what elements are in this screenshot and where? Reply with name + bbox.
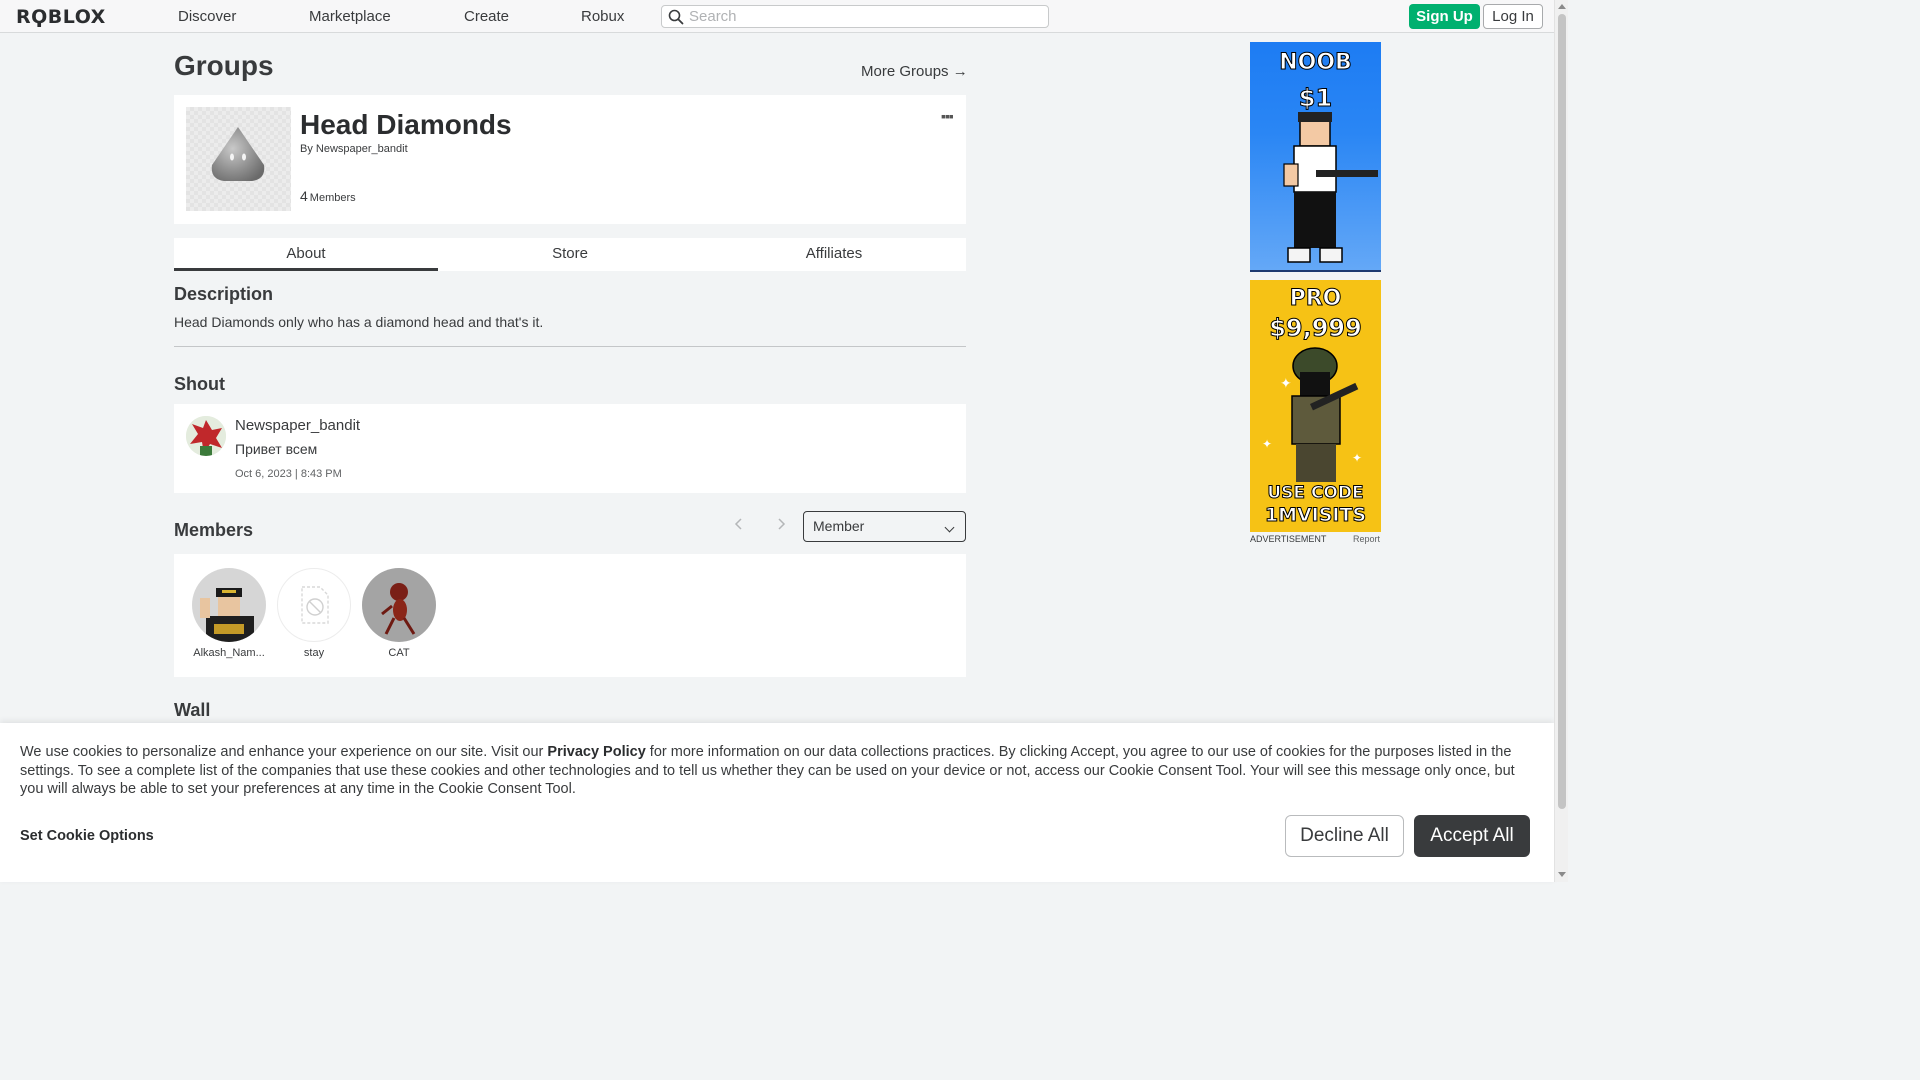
avatar-image — [362, 568, 436, 642]
top-navigation-bar: RϘBLOX Discover Marketplace Create Robux… — [0, 0, 1554, 33]
advertisement-label: ADVERTISEMENT — [1250, 534, 1327, 544]
member-count-value: 4 — [300, 188, 308, 204]
more-groups-link[interactable]: More Groups → — [861, 63, 968, 80]
more-options-icon[interactable]: ▪▪▪ — [941, 108, 954, 124]
shout-author-avatar[interactable] — [186, 416, 226, 456]
wall-heading: Wall — [174, 700, 211, 720]
group-tabs: About Store Affiliates — [174, 238, 966, 271]
members-heading: Members — [174, 520, 254, 540]
group-emblem — [186, 107, 291, 211]
group-name: Head Diamonds — [300, 109, 512, 140]
search-box — [661, 5, 1049, 28]
shout-heading: Shout — [174, 374, 225, 394]
set-cookie-options-link[interactable]: Set Cookie Options — [20, 828, 154, 844]
by-label: By — [300, 143, 313, 155]
advertisement-pro[interactable]: PRO $9,999 ✦ ✦ ✦ USE CODE 1MVISITS — [1250, 280, 1381, 532]
report-ad-link[interactable]: Report — [1353, 534, 1380, 544]
page-title: Groups — [174, 50, 274, 81]
nav-link-robux[interactable]: Robux — [581, 8, 624, 25]
member-item[interactable]: CAT — [359, 568, 439, 659]
image-unavailable-icon — [301, 586, 329, 624]
group-owner-link[interactable]: Newspaper_bandit — [316, 143, 408, 155]
svg-text:✦: ✦ — [1280, 375, 1292, 391]
shout-date: Oct 6, 2023 | 8:43 PM — [235, 468, 342, 480]
member-name[interactable]: CAT — [359, 647, 439, 659]
members-list: Alkash_Nam... stay CAT — [174, 554, 966, 677]
chevron-down-icon — [944, 522, 955, 533]
shout-author-name[interactable]: Newspaper_bandit — [235, 417, 360, 434]
group-owner-line: By Newspaper_bandit — [300, 143, 408, 155]
privacy-policy-link[interactable]: Privacy Policy — [547, 744, 645, 760]
diamond-head-image — [211, 127, 265, 181]
ad-text-line: PRO — [1289, 286, 1342, 311]
member-count: 4 Members — [300, 188, 356, 204]
svg-text:✦: ✦ — [1262, 437, 1272, 451]
search-input[interactable] — [689, 7, 1039, 26]
avatar-image — [192, 568, 266, 642]
advertisement-noob[interactable]: NOOB $1 — [1250, 42, 1381, 272]
ad-character-image — [1283, 112, 1378, 263]
nav-link-create[interactable]: Create — [464, 8, 509, 25]
scroll-down-arrow-icon[interactable] — [1558, 872, 1566, 877]
chevron-right-icon[interactable] — [776, 517, 786, 534]
log-in-button[interactable]: Log In — [1483, 4, 1543, 29]
nav-link-discover[interactable]: Discover — [178, 8, 236, 25]
search-icon[interactable] — [668, 9, 684, 25]
accept-all-button[interactable]: Accept All — [1414, 815, 1530, 857]
member-role-dropdown[interactable]: Member — [803, 511, 966, 542]
group-header-card: Head Diamonds By Newspaper_bandit 4 Membe… — [174, 95, 966, 224]
member-avatar[interactable] — [362, 568, 436, 642]
scrollbar-thumb[interactable] — [1558, 14, 1566, 809]
ad-text-line: $1 — [1298, 84, 1333, 112]
divider — [174, 346, 966, 347]
cookie-consent-banner: We use cookies to personalize and enhanc… — [0, 723, 1554, 882]
ad-character-image: ✦ ✦ ✦ — [1262, 347, 1362, 482]
cookie-consent-text: We use cookies to personalize and enhanc… — [20, 743, 1540, 799]
member-avatar[interactable] — [277, 568, 351, 642]
member-role-value: Member — [813, 518, 865, 534]
roblox-logo[interactable]: RϘBLOX — [16, 6, 106, 28]
member-item[interactable]: stay — [274, 568, 354, 659]
sign-up-button[interactable]: Sign Up — [1409, 4, 1480, 29]
member-avatar[interactable] — [192, 568, 266, 642]
ad-text-line: NOOB — [1279, 50, 1353, 75]
ad-text-line: $9,999 — [1269, 314, 1363, 342]
ad-text-line: USE CODE — [1267, 483, 1364, 503]
member-item[interactable]: Alkash_Nam... — [189, 568, 269, 659]
avatar-image — [186, 416, 226, 456]
member-name[interactable]: Alkash_Nam... — [189, 647, 269, 659]
scroll-up-arrow-icon[interactable] — [1558, 4, 1566, 9]
description-text: Head Diamonds only who has a diamond hea… — [174, 314, 544, 330]
chevron-left-icon[interactable] — [734, 517, 744, 534]
tab-about[interactable]: About — [174, 238, 438, 271]
tab-store[interactable]: Store — [438, 238, 702, 271]
member-count-label: Members — [309, 192, 356, 204]
shout-text: Привет всем — [235, 441, 318, 457]
vertical-scrollbar[interactable] — [1554, 0, 1568, 882]
cookie-text-part: We use cookies to personalize and enhanc… — [20, 744, 548, 760]
ad-text-line: 1MVISITS — [1264, 504, 1367, 526]
nav-link-marketplace[interactable]: Marketplace — [309, 8, 391, 25]
decline-all-button[interactable]: Decline All — [1285, 815, 1404, 857]
description-heading: Description — [174, 284, 274, 304]
tab-affiliates[interactable]: Affiliates — [702, 238, 966, 271]
shout-card: Newspaper_bandit Привет всем Oct 6, 2023… — [174, 404, 966, 493]
svg-text:✦: ✦ — [1352, 451, 1362, 465]
member-name[interactable]: stay — [274, 647, 354, 659]
